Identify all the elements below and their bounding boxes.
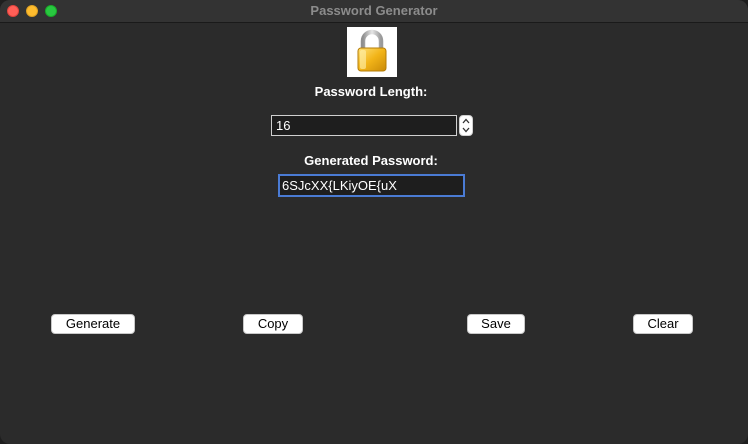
copy-button[interactable]: Copy: [243, 314, 303, 334]
title-bar: Password Generator: [0, 0, 748, 23]
chevron-down-icon[interactable]: [462, 126, 470, 134]
password-generator-window: Password Generator Password Length: 16 G…: [0, 0, 748, 444]
length-stepper[interactable]: [459, 115, 473, 136]
generated-password-label: Generated Password:: [304, 153, 438, 168]
save-button[interactable]: Save: [467, 314, 525, 334]
lock-icon: [347, 27, 397, 77]
clear-button[interactable]: Clear: [633, 314, 693, 334]
password-length-input[interactable]: [271, 115, 457, 136]
generate-button[interactable]: Generate: [51, 314, 135, 334]
window-title: Password Generator: [310, 3, 438, 18]
chevron-up-icon[interactable]: [462, 117, 470, 125]
generated-password-field[interactable]: [278, 174, 465, 197]
password-length-label: Password Length:: [314, 84, 428, 99]
